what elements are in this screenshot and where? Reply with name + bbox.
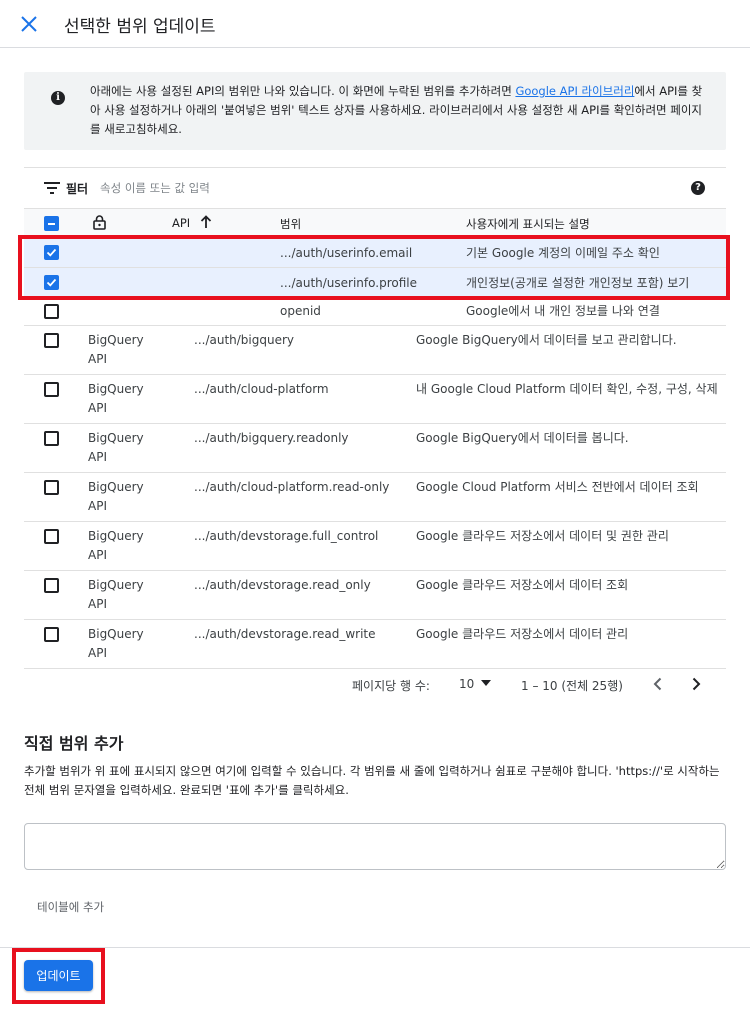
table-row[interactable]: BigQuery API .../auth/devstorage.read_on… bbox=[24, 571, 726, 620]
table-row[interactable]: openid Google에서 내 개인 정보를 나와 연결 bbox=[24, 298, 726, 326]
dropdown-arrow-icon bbox=[481, 680, 492, 686]
info-icon: i bbox=[51, 91, 65, 105]
table-row[interactable]: BigQuery API .../auth/bigquery Google Bi… bbox=[24, 326, 726, 375]
row-scope: .../auth/userinfo.email bbox=[280, 246, 413, 260]
table-row[interactable]: BigQuery API .../auth/devstorage.full_co… bbox=[24, 522, 726, 571]
manual-scope-textarea[interactable] bbox=[24, 823, 726, 870]
api-library-link[interactable]: Google API 라이브러리 bbox=[515, 84, 634, 98]
rows-per-page-select[interactable]: 10 bbox=[459, 677, 492, 691]
row-description: 기본 Google 계정의 이메일 주소 확인 bbox=[466, 246, 660, 260]
rows-per-page-value: 10 bbox=[459, 677, 475, 691]
table-row[interactable]: BigQuery API .../auth/cloud-platform.rea… bbox=[24, 473, 726, 522]
chevron-right-icon[interactable] bbox=[688, 676, 704, 692]
row-scope: .../auth/cloud-platform.read-only bbox=[194, 480, 390, 494]
row-api-line2: API bbox=[88, 352, 107, 366]
info-text: 아래에는 사용 설정된 API의 범위만 나와 있습니다. 이 화면에 누락된 … bbox=[90, 82, 710, 139]
info-banner: i 아래에는 사용 설정된 API의 범위만 나와 있습니다. 이 화면에 누락… bbox=[24, 72, 726, 150]
column-description: 사용자에게 표시되는 설명 bbox=[466, 217, 590, 231]
row-checkbox[interactable] bbox=[44, 275, 59, 290]
manual-section-description: 추가할 범위가 위 표에 표시되지 않으면 여기에 입력할 수 있습니다. 각 … bbox=[24, 764, 720, 797]
row-api-line1: BigQuery bbox=[88, 333, 144, 347]
row-api-line1: BigQuery bbox=[88, 627, 144, 641]
row-description: Google 클라우드 저장소에서 데이터 관리 bbox=[416, 627, 629, 641]
row-description: Google BigQuery에서 데이터를 봅니다. bbox=[416, 431, 629, 445]
check-icon bbox=[46, 248, 57, 257]
filter-icon[interactable] bbox=[44, 182, 60, 194]
row-scope: .../auth/bigquery bbox=[194, 333, 295, 347]
dialog-header: 선택한 범위 업데이트 bbox=[0, 0, 750, 48]
select-all-checkbox[interactable] bbox=[44, 216, 59, 231]
table-row[interactable]: BigQuery API .../auth/devstorage.read_wr… bbox=[24, 620, 726, 669]
row-checkbox[interactable] bbox=[44, 333, 59, 348]
row-description: Google BigQuery에서 데이터를 보고 관리합니다. bbox=[416, 333, 677, 347]
row-scope: openid bbox=[280, 304, 321, 318]
table-header: API 범위 사용자에게 표시되는 설명 bbox=[24, 209, 726, 237]
manual-section-title: 직접 범위 추가 bbox=[24, 734, 124, 753]
table-row[interactable]: BigQuery API .../auth/bigquery.readonly … bbox=[24, 424, 726, 473]
row-api-line2: API bbox=[88, 646, 107, 660]
row-description: Google Cloud Platform 서비스 전반에서 데이터 조회 bbox=[416, 480, 699, 494]
row-description: 개인정보(공개로 설정한 개인정보 포함) 보기 bbox=[466, 276, 690, 290]
table-row[interactable]: .../auth/userinfo.email 기본 Google 계정의 이메… bbox=[24, 238, 726, 268]
row-checkbox[interactable] bbox=[44, 480, 59, 495]
row-api-line1: BigQuery bbox=[88, 529, 144, 543]
footer-divider bbox=[0, 947, 750, 948]
row-scope: .../auth/cloud-platform bbox=[194, 382, 329, 396]
check-icon bbox=[46, 278, 57, 287]
chevron-left-icon[interactable] bbox=[650, 676, 666, 692]
rows-per-page-label: 페이지당 행 수: bbox=[352, 679, 430, 693]
row-description: Google에서 내 개인 정보를 나와 연결 bbox=[466, 304, 660, 318]
row-checkbox[interactable] bbox=[44, 627, 59, 642]
row-checkbox[interactable] bbox=[44, 304, 59, 319]
close-icon[interactable] bbox=[18, 13, 40, 35]
column-scope: 범위 bbox=[280, 217, 302, 231]
row-api-line2: API bbox=[88, 450, 107, 464]
lock-icon bbox=[93, 215, 106, 230]
row-scope: .../auth/devstorage.read_only bbox=[194, 578, 371, 592]
pagination: 페이지당 행 수: 10 1 – 10 (전체 25행) bbox=[24, 669, 726, 701]
row-scope: .../auth/devstorage.full_control bbox=[194, 529, 379, 543]
row-description: Google 클라우드 저장소에서 데이터 조회 bbox=[416, 578, 629, 592]
row-api-line1: BigQuery bbox=[88, 382, 144, 396]
filter-label: 필터 bbox=[66, 182, 89, 196]
row-checkbox[interactable] bbox=[44, 382, 59, 397]
filter-bar: 필터 ? bbox=[24, 167, 726, 209]
arrow-up-icon[interactable] bbox=[200, 215, 212, 229]
row-scope: .../auth/bigquery.readonly bbox=[194, 431, 349, 445]
page-range: 1 – 10 (전체 25행) bbox=[521, 679, 623, 693]
row-scope: .../auth/userinfo.profile bbox=[280, 276, 417, 290]
column-api[interactable]: API bbox=[172, 216, 190, 230]
row-description: 내 Google Cloud Platform 데이터 확인, 수정, 구성, … bbox=[416, 382, 718, 396]
info-text-before: 아래에는 사용 설정된 API의 범위만 나와 있습니다. 이 화면에 누락된 … bbox=[90, 84, 516, 98]
row-api-line1: BigQuery bbox=[88, 480, 144, 494]
row-api-line2: API bbox=[88, 499, 107, 513]
row-checkbox[interactable] bbox=[44, 245, 59, 260]
filter-input[interactable] bbox=[100, 177, 600, 199]
add-to-table-button[interactable]: 테이블에 추가 bbox=[37, 899, 104, 915]
row-api-line1: BigQuery bbox=[88, 431, 144, 445]
row-scope: .../auth/devstorage.read_write bbox=[194, 627, 376, 641]
row-api-line2: API bbox=[88, 401, 107, 415]
row-api-line2: API bbox=[88, 597, 107, 611]
table-row[interactable]: BigQuery API .../auth/cloud-platform 내 G… bbox=[24, 375, 726, 424]
table-row[interactable]: .../auth/userinfo.profile 개인정보(공개로 설정한 개… bbox=[24, 268, 726, 298]
row-checkbox[interactable] bbox=[44, 529, 59, 544]
row-checkbox[interactable] bbox=[44, 578, 59, 593]
update-button[interactable]: 업데이트 bbox=[24, 960, 93, 991]
row-api-line1: BigQuery bbox=[88, 578, 144, 592]
dialog-title: 선택한 범위 업데이트 bbox=[64, 17, 216, 37]
row-api-line2: API bbox=[88, 548, 107, 562]
help-icon[interactable]: ? bbox=[691, 181, 705, 195]
row-checkbox[interactable] bbox=[44, 431, 59, 446]
row-description: Google 클라우드 저장소에서 데이터 및 권한 관리 bbox=[416, 529, 669, 543]
